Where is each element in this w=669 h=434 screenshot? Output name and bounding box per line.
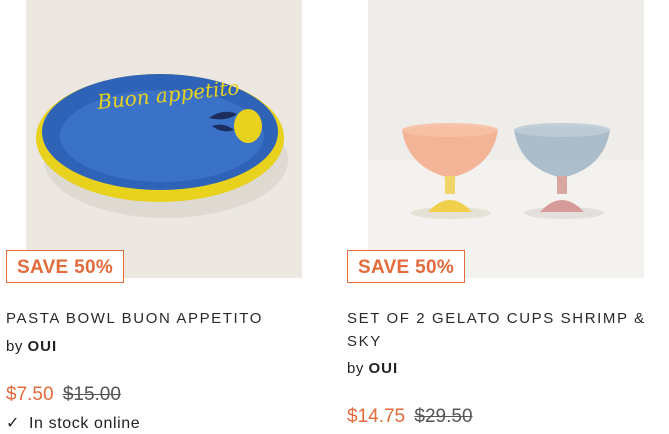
sale-price: $7.50 bbox=[6, 384, 54, 405]
original-price: $15.00 bbox=[62, 384, 121, 405]
original-price: $29.50 bbox=[414, 406, 473, 427]
stock-label: In stock online bbox=[29, 415, 141, 432]
by-label: by bbox=[6, 338, 23, 355]
product-brand: by OUI bbox=[6, 338, 57, 355]
product-title[interactable]: SET OF 2 GELATO CUPS SHRIMP & SKY bbox=[347, 307, 647, 353]
by-label: by bbox=[347, 360, 364, 377]
product-image-gelato-cups[interactable] bbox=[368, 0, 644, 278]
checkmark-icon: ✓ bbox=[6, 415, 21, 432]
product-brand: by OUI bbox=[347, 360, 398, 377]
discount-badge: SAVE 50% bbox=[6, 250, 125, 283]
discount-badge: SAVE 50% bbox=[347, 250, 466, 283]
sale-price: $14.75 bbox=[347, 406, 406, 427]
product-price: $14.75 $29.50 bbox=[347, 406, 473, 428]
stock-status: ✓ In stock online bbox=[6, 413, 140, 433]
product-price: $7.50 $15.00 bbox=[6, 384, 121, 406]
product-image-pasta-bowl[interactable]: Buon appetito bbox=[26, 0, 302, 278]
pasta-bowl-illustration: Buon appetito bbox=[26, 0, 302, 278]
gelato-cups-illustration bbox=[368, 0, 644, 278]
brand-name[interactable]: OUI bbox=[369, 360, 399, 377]
brand-name[interactable]: OUI bbox=[28, 338, 58, 355]
product-title[interactable]: PASTA BOWL BUON APPETITO bbox=[6, 307, 306, 330]
